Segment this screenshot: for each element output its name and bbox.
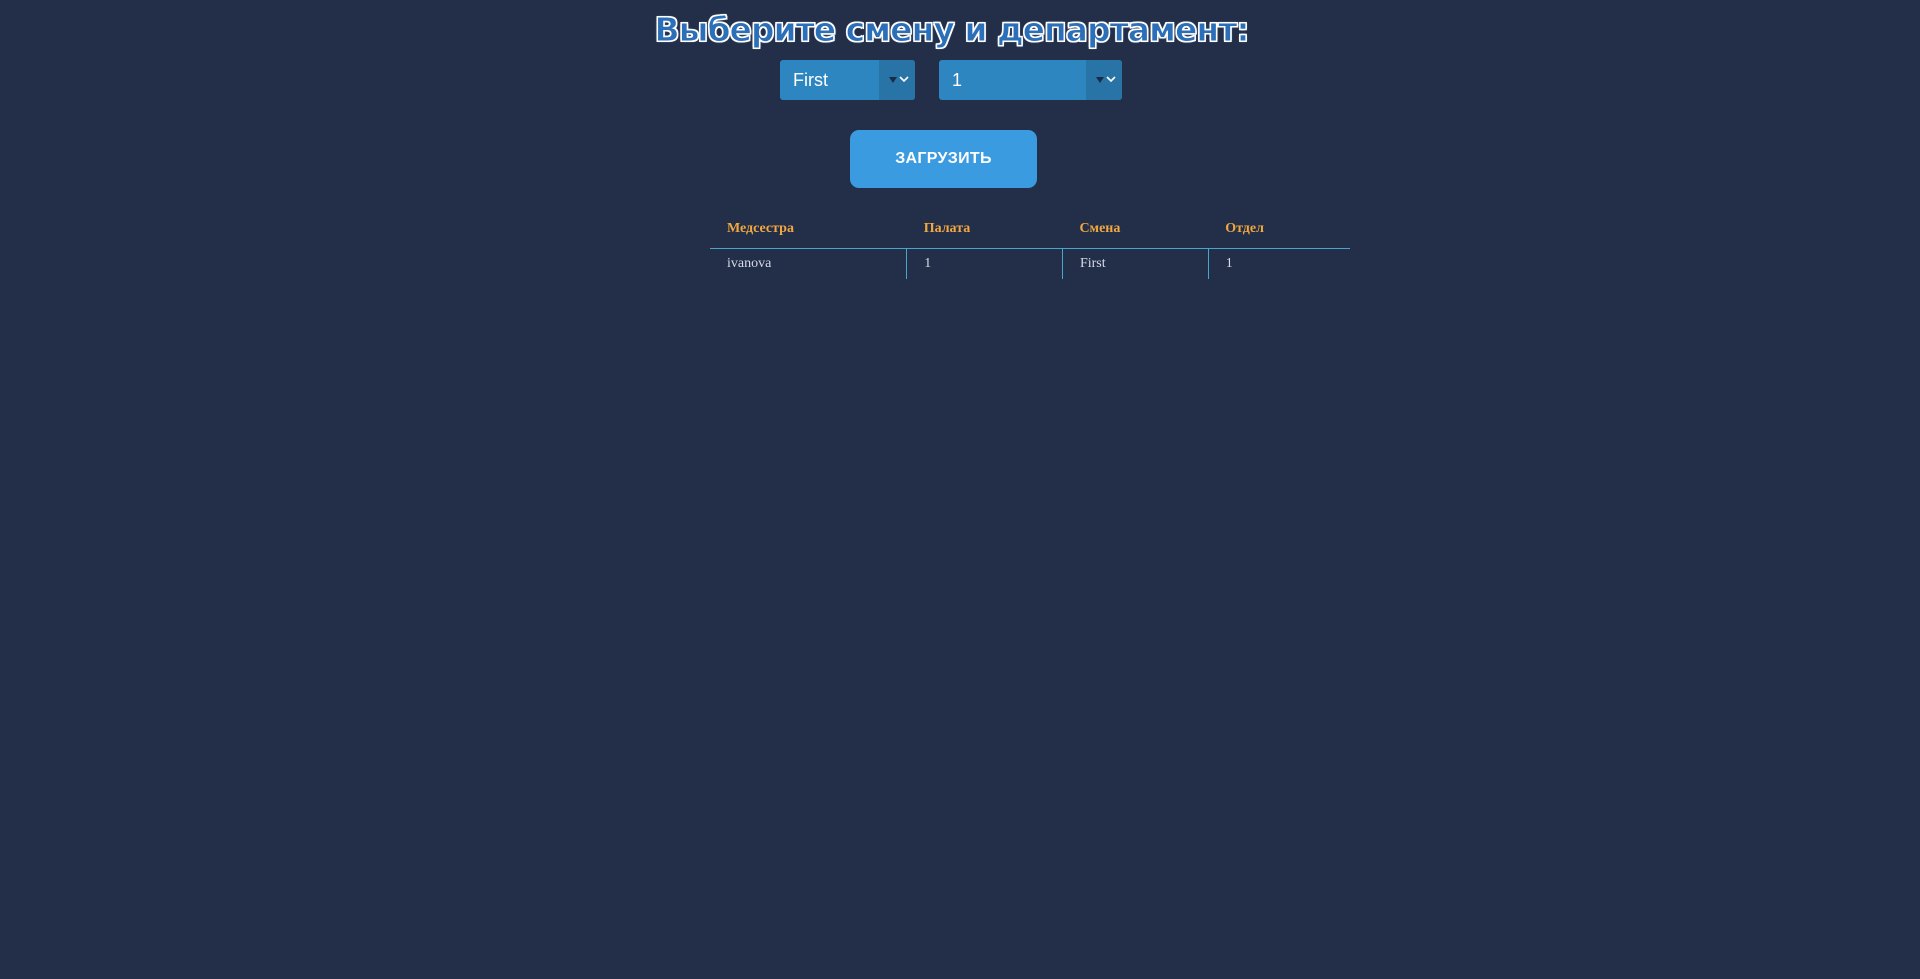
column-header-shift: Смена (1062, 210, 1209, 249)
cell-nurse: ivanova (727, 256, 772, 271)
column-header-ward: Палата (906, 210, 1063, 249)
department-select[interactable]: 1 (939, 60, 1122, 100)
load-button[interactable]: ЗАГРУЗИТЬ (850, 130, 1037, 188)
page-title: Выберите смену и департамент: (654, 10, 1250, 50)
department-select-value: 1 (952, 70, 963, 90)
cell-ward: 1 (906, 248, 1063, 279)
cell-department: 1 (1207, 248, 1350, 279)
shift-select-arrow[interactable] (879, 60, 915, 100)
shift-select[interactable]: First (780, 60, 915, 100)
table-row: ivanova 1 First 1 (710, 248, 1350, 279)
table-header-row: Медсестра Палата Смена Отдел (710, 210, 1350, 249)
column-header-nurse: Медсестра (710, 210, 907, 249)
cell-shift: First (1061, 248, 1209, 279)
shift-select-value: First (793, 70, 828, 90)
column-header-department: Отдел (1208, 210, 1350, 249)
chevron-down-icon (899, 76, 909, 83)
chevron-down-icon (1106, 76, 1116, 83)
nurse-table: Медсестра Палата Смена Отдел ivanova 1 F… (710, 210, 1350, 279)
caret-down-icon (1096, 77, 1104, 83)
caret-down-icon (889, 77, 897, 83)
department-select-arrow[interactable] (1086, 60, 1122, 100)
